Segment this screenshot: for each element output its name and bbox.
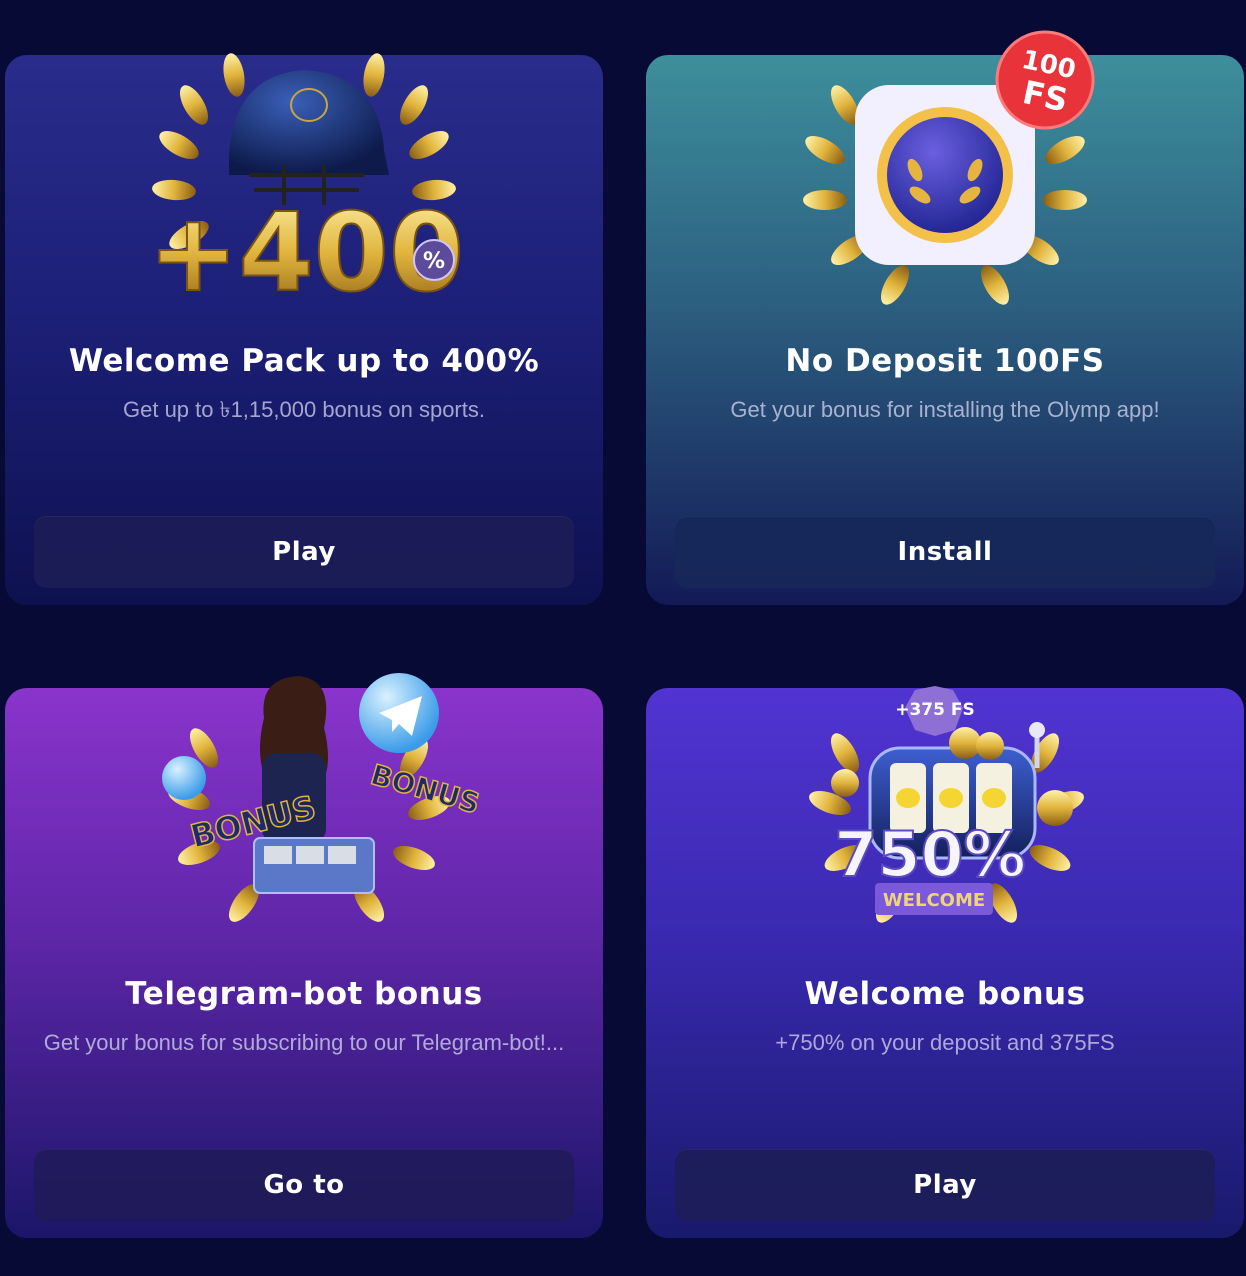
- art-text: 750%: [834, 818, 1026, 891]
- promo-card-welcome-pack: +400 % Welcome Pack up to 400% Get up to…: [5, 53, 603, 605]
- art-subtext: WELCOME: [883, 890, 985, 911]
- app-icon-laurel-icon: 100 FS: [775, 25, 1115, 325]
- go-to-button[interactable]: Go to: [34, 1149, 574, 1221]
- card-title: No Deposit 100FS: [785, 343, 1105, 379]
- card-description: Get up to ৳1,15,000 bonus on sports.: [123, 397, 485, 422]
- install-button[interactable]: Install: [675, 516, 1215, 588]
- slot-machine-laurel-icon: +375 FS 750% WELCOME: [775, 658, 1115, 958]
- promotions-grid: +400 % Welcome Pack up to 400% Get up to…: [0, 0, 1246, 1276]
- card-description: Get your bonus for subscribing to our Te…: [43, 1030, 565, 1055]
- card-title: Welcome bonus: [804, 976, 1086, 1012]
- art-badge: +375 FS: [895, 700, 975, 720]
- card-description: +750% on your deposit and 375FS: [775, 1030, 1115, 1055]
- promo-card-telegram-bot: BONUS BONUS Telegram-bot bonus Get your …: [5, 673, 603, 1238]
- card-title: Welcome Pack up to 400%: [68, 343, 540, 379]
- svg-text:%: %: [423, 249, 445, 274]
- play-button[interactable]: Play: [675, 1149, 1215, 1221]
- card-title: Telegram-bot bonus: [125, 976, 483, 1012]
- telegram-bonus-laurel-icon: BONUS BONUS: [134, 658, 484, 958]
- promo-card-welcome-bonus: +375 FS 750% WELCOME Welcome bonus +750%…: [646, 686, 1244, 1238]
- cricket-helmet-laurel-icon: +400 %: [134, 25, 474, 325]
- play-button[interactable]: Play: [34, 516, 574, 588]
- promo-card-no-deposit: 100 FS No Deposit 100FS Get your bonus f…: [646, 30, 1244, 605]
- card-description: Get your bonus for installing the Olymp …: [730, 397, 1160, 422]
